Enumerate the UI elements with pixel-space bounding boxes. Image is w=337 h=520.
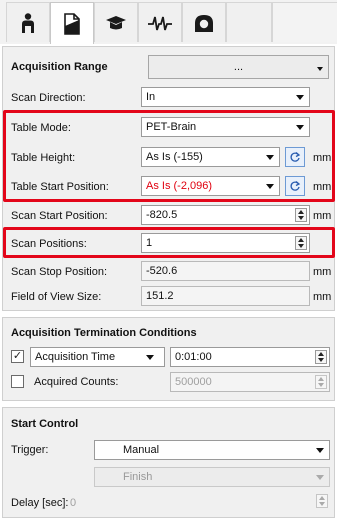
scan-stop-position-unit: mm <box>313 266 332 278</box>
chevron-down-icon <box>146 355 154 360</box>
tab-training[interactable] <box>94 2 138 42</box>
finish-select[interactable]: Finish <box>94 467 330 487</box>
scan-start-position-input[interactable]: -820.5 <box>141 205 310 225</box>
waveform-icon <box>148 16 172 30</box>
termination-type-value: Acquisition Time <box>35 351 116 363</box>
tab-physiology[interactable] <box>138 2 182 42</box>
chevron-down-icon <box>317 67 323 71</box>
acquired-counts-spinner[interactable] <box>315 375 327 389</box>
scan-stop-position-field: -520.6 <box>141 261 310 281</box>
trigger-value: Manual <box>123 444 160 456</box>
tab-empty <box>226 2 272 42</box>
scan-direction-select[interactable]: In <box>141 87 310 107</box>
finish-value: Finish <box>123 471 153 483</box>
chevron-down-icon <box>316 448 324 453</box>
termination-title: Acquisition Termination Conditions <box>11 327 197 339</box>
termination-type-select[interactable]: Acquisition Time <box>30 347 165 367</box>
acquired-counts-value: 500000 <box>175 376 212 388</box>
acquisition-range-button-label: ... <box>233 61 244 73</box>
tab-bar-fill <box>272 2 337 42</box>
scan-stop-position-label: Scan Stop Position: <box>11 266 108 278</box>
trigger-select[interactable]: Manual <box>94 440 330 460</box>
acquisition-range-select[interactable]: ... <box>148 55 329 79</box>
scan-stop-position-value: -520.6 <box>146 265 178 277</box>
person-icon <box>22 12 34 33</box>
acquired-counts-label: Acquired Counts: <box>34 376 119 388</box>
acquired-counts-checkbox[interactable] <box>11 375 24 388</box>
tab-patient[interactable] <box>6 2 50 42</box>
delay-value: 0 <box>70 497 77 509</box>
chevron-down-icon <box>296 95 304 100</box>
scan-start-position-label: Scan Start Position: <box>11 210 108 222</box>
scan-direction-value: In <box>146 91 156 103</box>
acquisition-time-checkbox[interactable]: ✓ <box>11 350 24 363</box>
field-of-view-size-label: Field of View Size: <box>11 291 102 303</box>
tab-protocol[interactable] <box>50 2 94 44</box>
tab-bar <box>0 0 337 44</box>
scan-start-position-unit: mm <box>313 210 332 222</box>
tab-gantry[interactable] <box>182 2 226 42</box>
check-icon: ✓ <box>12 350 23 362</box>
field-of-view-size-field: 151.2 <box>141 286 310 306</box>
acquisition-time-value: 0:01:00 <box>175 351 212 363</box>
trigger-label: Trigger: <box>11 444 49 456</box>
acquisition-range-title: Acquisition Range <box>11 61 108 73</box>
acquired-counts-input[interactable]: 500000 <box>170 372 330 392</box>
acquisition-time-input[interactable]: 0:01:00 <box>170 347 330 367</box>
graduation-cap-icon <box>106 15 126 29</box>
scan-start-position-value: -820.5 <box>146 209 178 221</box>
delay-label: Delay [sec]: <box>11 497 69 509</box>
field-of-view-size-unit: mm <box>313 291 332 303</box>
chevron-down-icon <box>316 475 324 480</box>
scan-positions-highlight <box>3 227 335 258</box>
scanner-gantry-icon <box>195 14 213 32</box>
field-of-view-size-value: 151.2 <box>146 290 174 302</box>
delay-spinner[interactable] <box>316 494 328 508</box>
document-icon <box>64 12 80 35</box>
acquisition-time-spinner[interactable] <box>315 350 327 364</box>
scan-start-position-spinner[interactable] <box>295 208 307 222</box>
scan-direction-label: Scan Direction: <box>11 92 86 104</box>
start-control-title: Start Control <box>11 418 79 430</box>
table-settings-highlight <box>3 110 335 202</box>
